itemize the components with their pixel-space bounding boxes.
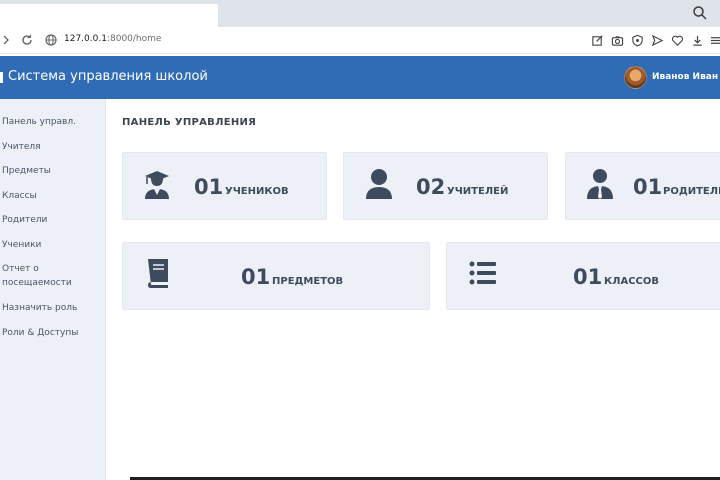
sidebar-item-subjects[interactable]: Предметы bbox=[2, 164, 102, 178]
parents-count: 01 bbox=[633, 175, 663, 199]
students-label: УЧЕНИКОВ bbox=[225, 186, 289, 197]
stat-card-subjects[interactable]: 01 ПРЕДМЕТОВ bbox=[122, 242, 430, 310]
site-info-icon[interactable] bbox=[44, 33, 58, 47]
browser-address-bar: 127.0.0.1:8000/home bbox=[0, 27, 720, 54]
shield-icon[interactable] bbox=[631, 34, 644, 47]
heart-icon[interactable] bbox=[671, 34, 684, 47]
book-icon bbox=[148, 259, 168, 288]
stat-card-students[interactable]: 01 УЧЕНИКОВ bbox=[122, 152, 327, 220]
forward-icon[interactable] bbox=[0, 33, 14, 47]
camera-icon[interactable] bbox=[611, 34, 624, 47]
user-icon bbox=[366, 169, 392, 199]
brand-logo bbox=[0, 72, 3, 83]
list-icon bbox=[469, 261, 496, 285]
page-title: ПАНЕЛЬ УПРАВЛЕНИЯ bbox=[122, 117, 257, 128]
subjects-count: 01 bbox=[241, 265, 271, 289]
sidebar-item-attendance-report[interactable]: Отчет о посещаемости bbox=[2, 262, 82, 290]
user-tie-icon bbox=[587, 169, 613, 199]
students-count: 01 bbox=[194, 175, 224, 199]
url-field[interactable]: 127.0.0.1:8000/home bbox=[64, 34, 161, 44]
menu-icon[interactable] bbox=[710, 34, 720, 47]
sidebar-item-dashboard[interactable]: Панель управл. bbox=[2, 115, 102, 129]
sidebar-item-roles-access[interactable]: Роли & Доступы bbox=[2, 326, 102, 340]
sidebar-item-classes[interactable]: Классы bbox=[2, 189, 102, 203]
browser-tab-strip bbox=[0, 0, 720, 27]
sidebar-item-teachers[interactable]: Учителя bbox=[2, 140, 102, 154]
classes-count: 01 bbox=[573, 265, 603, 289]
stat-card-parents[interactable]: 01 РОДИТЕЛЕ bbox=[565, 152, 720, 220]
url-host: 127.0.0.1 bbox=[64, 34, 107, 44]
send-icon[interactable] bbox=[651, 34, 664, 47]
parents-label: РОДИТЕЛЕ bbox=[663, 186, 720, 197]
search-icon[interactable] bbox=[692, 5, 708, 21]
stat-card-teachers[interactable]: 02 УЧИТЕЛЕЙ bbox=[343, 152, 548, 220]
graduate-icon bbox=[145, 171, 169, 199]
url-path: :8000/home bbox=[106, 34, 162, 44]
user-name[interactable]: Иванов Иван И bbox=[652, 72, 720, 82]
teachers-label: УЧИТЕЛЕЙ bbox=[447, 186, 509, 197]
user-avatar[interactable] bbox=[624, 66, 647, 89]
app-header: Система управления школой Иванов Иван И bbox=[0, 56, 720, 99]
sidebar-item-parents[interactable]: Родители bbox=[2, 213, 102, 227]
subjects-label: ПРЕДМЕТОВ bbox=[272, 276, 344, 287]
reload-icon[interactable] bbox=[20, 33, 34, 47]
main-content: ПАНЕЛЬ УПРАВЛЕНИЯ 01 УЧЕНИКОВ 02 УЧИТЕЛЕ… bbox=[107, 99, 720, 480]
edit-icon[interactable] bbox=[591, 34, 604, 47]
sidebar-item-assign-role[interactable]: Назначить роль bbox=[2, 301, 102, 315]
teachers-count: 02 bbox=[416, 175, 446, 199]
download-icon[interactable] bbox=[691, 34, 704, 47]
sidebar-item-students[interactable]: Ученики bbox=[2, 238, 102, 252]
classes-label: КЛАССОВ bbox=[604, 276, 660, 287]
app-title[interactable]: Система управления школой bbox=[8, 69, 208, 84]
sidebar: Панель управл. Учителя Предметы Классы Р… bbox=[0, 99, 106, 480]
stat-card-classes[interactable]: 01 КЛАССОВ bbox=[446, 242, 720, 310]
browser-tab[interactable] bbox=[0, 4, 218, 27]
